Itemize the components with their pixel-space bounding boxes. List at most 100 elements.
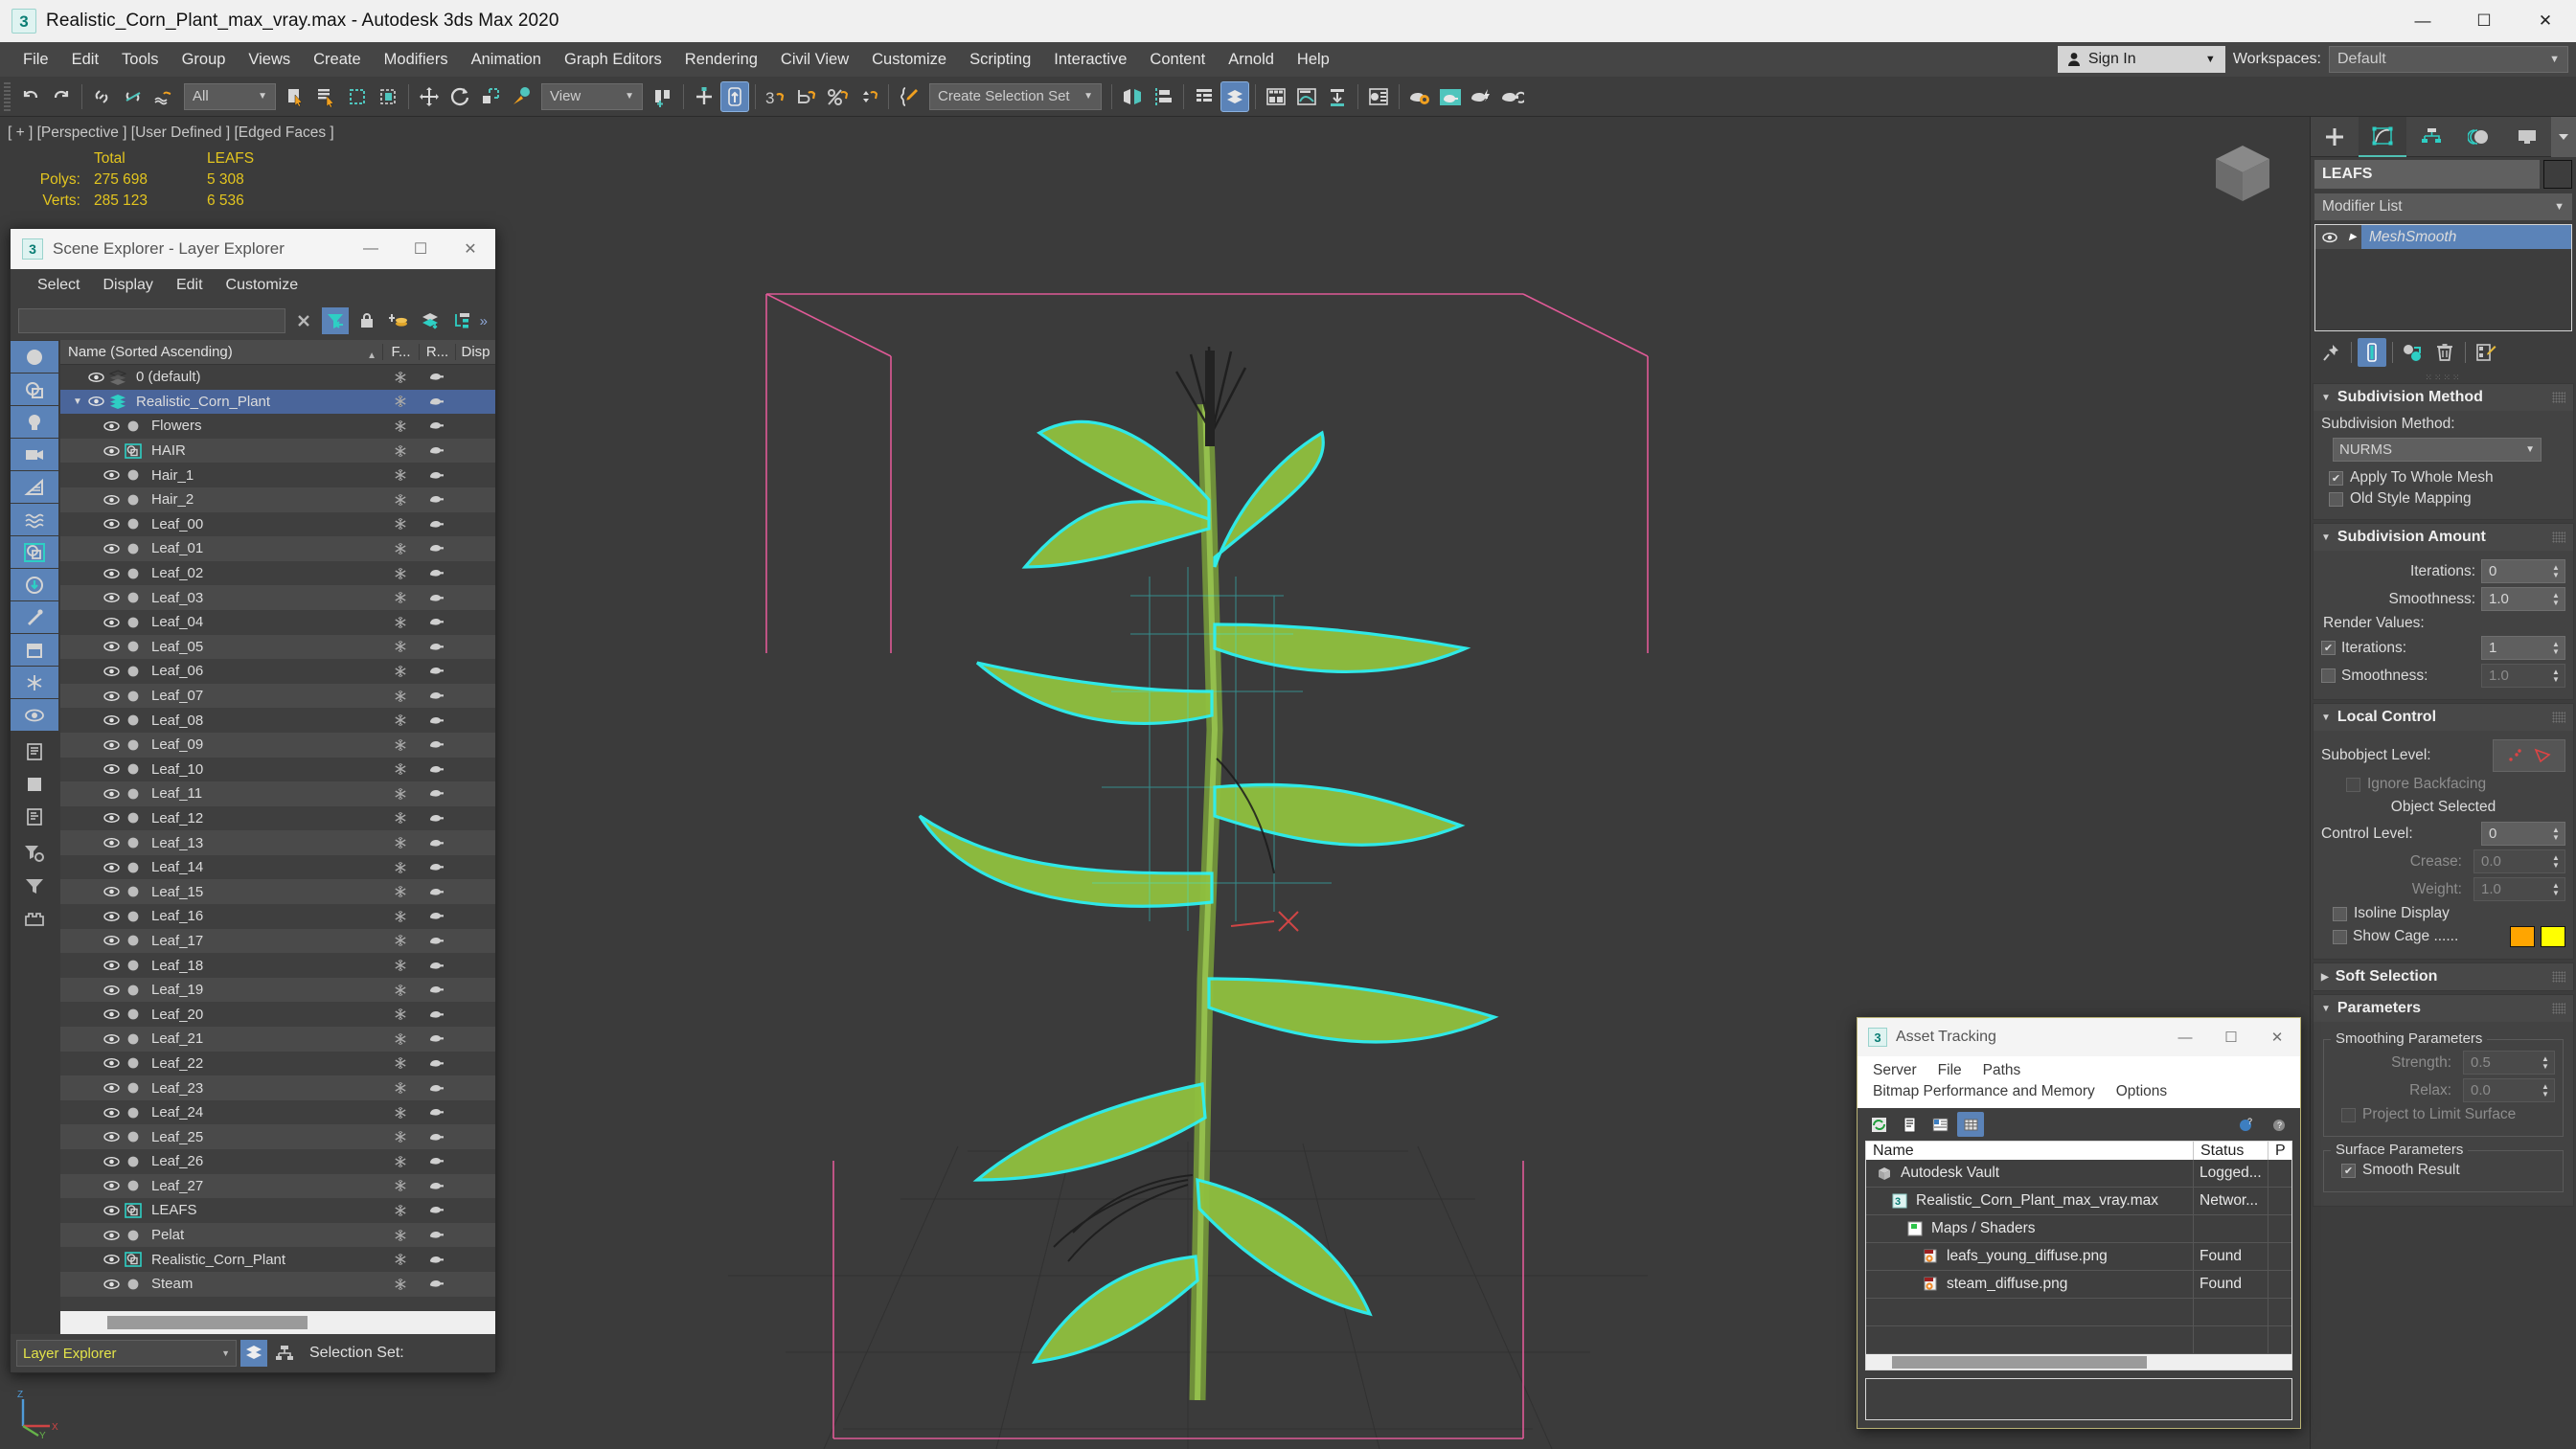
use-pivot-point-center-icon[interactable] xyxy=(649,81,677,112)
freeze-toggle-icon[interactable] xyxy=(382,1106,419,1120)
layer-row[interactable]: Pelat xyxy=(60,1222,495,1248)
freeze-toggle-icon[interactable] xyxy=(382,1155,419,1168)
filter-cameras-icon[interactable] xyxy=(11,439,58,470)
layer-row[interactable]: Leaf_06 xyxy=(60,659,495,684)
isoline-display-checkbox[interactable]: Isoline Display xyxy=(2321,905,2565,922)
clear-search-icon[interactable] xyxy=(290,307,317,334)
column-name[interactable]: Name (Sorted Ascending) ▲ xyxy=(60,344,382,361)
renderable-toggle-icon[interactable] xyxy=(419,419,455,432)
column-frozen[interactable]: F... xyxy=(382,344,419,360)
cage-color-swatch-2[interactable] xyxy=(2541,926,2565,947)
layer-row[interactable]: Leaf_04 xyxy=(60,610,495,635)
renderable-toggle-icon[interactable] xyxy=(419,1180,455,1192)
show-cage-checkbox[interactable] xyxy=(2333,929,2347,944)
layer-row[interactable]: Leaf_09 xyxy=(60,732,495,758)
select-and-move-icon[interactable] xyxy=(415,81,444,112)
freeze-toggle-icon[interactable] xyxy=(382,713,419,727)
tab-utilities-overflow[interactable] xyxy=(2551,117,2576,157)
subdivision-method-select[interactable]: NURMS ▼ xyxy=(2333,438,2542,462)
renderable-toggle-icon[interactable] xyxy=(419,542,455,555)
visibility-eye-icon[interactable] xyxy=(101,862,122,873)
eye-icon[interactable] xyxy=(2315,225,2344,249)
se-menu-display[interactable]: Display xyxy=(93,275,162,296)
freeze-toggle-icon[interactable] xyxy=(382,419,419,433)
render-iterations-spinner[interactable]: 1 ▲ ▼ xyxy=(2481,636,2565,660)
redo-button[interactable] xyxy=(47,81,76,112)
visibility-eye-icon[interactable] xyxy=(101,763,122,775)
visibility-eye-icon[interactable] xyxy=(101,739,122,751)
layer-row[interactable]: Leaf_27 xyxy=(60,1173,495,1199)
renderable-toggle-icon[interactable] xyxy=(419,886,455,898)
renderable-toggle-icon[interactable] xyxy=(419,444,455,457)
tab-modify[interactable] xyxy=(2359,117,2407,157)
visibility-eye-icon[interactable] xyxy=(101,960,122,971)
scrollbar-thumb[interactable] xyxy=(106,1316,308,1329)
renderable-toggle-icon[interactable] xyxy=(419,641,455,653)
layer-row[interactable]: Leaf_18 xyxy=(60,953,495,978)
expand-collapse-icon[interactable]: ▼ xyxy=(70,396,85,407)
renderable-toggle-icon[interactable] xyxy=(419,616,455,628)
mirror-icon[interactable] xyxy=(1118,81,1147,112)
visibility-eye-icon[interactable] xyxy=(101,543,122,555)
at-menu-options[interactable]: Options xyxy=(2109,1081,2175,1102)
show-end-result-icon[interactable] xyxy=(2358,338,2386,367)
freeze-toggle-icon[interactable] xyxy=(382,493,419,507)
layer-row[interactable]: Leaf_15 xyxy=(60,879,495,905)
filter-xrefs-icon[interactable] xyxy=(11,569,58,600)
scene-explorer-title-bar[interactable]: 3 Scene Explorer - Layer Explorer — ☐ ✕ xyxy=(11,229,495,269)
freeze-toggle-icon[interactable] xyxy=(382,984,419,997)
layer-list-hscrollbar[interactable] xyxy=(60,1311,495,1334)
renderable-toggle-icon[interactable] xyxy=(419,592,455,604)
layer-row[interactable]: LEAFS xyxy=(60,1198,495,1223)
toggle-layer-explorer-icon[interactable] xyxy=(1220,80,1249,112)
tab-display[interactable] xyxy=(2503,117,2551,157)
rendered-frame-window-icon[interactable] xyxy=(1436,81,1465,112)
spinner-snap-toggle-icon[interactable] xyxy=(854,81,882,112)
asset-row[interactable]: Autodesk Vault Logged... xyxy=(1866,1160,2291,1189)
add-selection-to-layer-icon[interactable] xyxy=(417,307,444,334)
scene-explorer-close-button[interactable]: ✕ xyxy=(445,229,495,269)
freeze-toggle-icon[interactable] xyxy=(382,591,419,604)
explorer-preset-select[interactable]: Layer Explorer ▼ xyxy=(16,1340,237,1367)
menu-customize[interactable]: Customize xyxy=(860,47,958,73)
renderable-toggle-icon[interactable] xyxy=(419,837,455,849)
menu-interactive[interactable]: Interactive xyxy=(1042,47,1138,73)
renderable-toggle-icon[interactable] xyxy=(419,469,455,482)
old-style-mapping-checkbox[interactable]: Old Style Mapping xyxy=(2321,490,2565,508)
render-iterations-checkbox[interactable]: ✔ xyxy=(2321,641,2336,655)
layer-row[interactable]: Leaf_19 xyxy=(60,977,495,1003)
scrollbar-thumb[interactable] xyxy=(1891,1355,2148,1369)
asset-tracking-minimize-button[interactable]: — xyxy=(2162,1018,2208,1056)
asset-column-name[interactable]: Name xyxy=(1866,1142,2194,1161)
visibility-eye-icon[interactable] xyxy=(101,1180,122,1191)
rollout-header-subdivision-amount[interactable]: ▼ Subdivision Amount xyxy=(2314,524,2573,551)
renderable-toggle-icon[interactable] xyxy=(419,371,455,383)
layer-row[interactable]: Leaf_07 xyxy=(60,683,495,709)
renderable-toggle-icon[interactable] xyxy=(419,665,455,677)
layer-row[interactable]: Leaf_22 xyxy=(60,1052,495,1076)
freeze-toggle-icon[interactable] xyxy=(382,1179,419,1192)
asset-row[interactable]: 3 Realistic_Corn_Plant_max_vray.max Networ… xyxy=(1866,1188,2291,1216)
freeze-toggle-icon[interactable] xyxy=(382,517,419,531)
render-smoothness-checkbox[interactable] xyxy=(2321,668,2336,683)
visibility-eye-icon[interactable] xyxy=(85,396,106,407)
freeze-toggle-icon[interactable] xyxy=(382,1130,419,1143)
freeze-toggle-icon[interactable] xyxy=(382,444,419,458)
renderable-toggle-icon[interactable] xyxy=(419,861,455,873)
undo-button[interactable] xyxy=(16,81,45,112)
menu-file[interactable]: File xyxy=(11,47,60,73)
renderable-toggle-icon[interactable] xyxy=(419,1131,455,1143)
minimize-button[interactable]: — xyxy=(2392,0,2453,42)
modifier-stack-item[interactable]: ▶ MeshSmooth xyxy=(2315,225,2571,249)
align-icon[interactable] xyxy=(1149,81,1177,112)
layer-row[interactable]: Leaf_05 xyxy=(60,634,495,660)
visibility-eye-icon[interactable] xyxy=(101,1230,122,1241)
render-iterative-icon[interactable] xyxy=(1497,81,1526,112)
toggle-ribbon-icon[interactable] xyxy=(1262,81,1290,112)
filter-frozen-icon[interactable] xyxy=(11,667,58,698)
detail-view-icon[interactable] xyxy=(11,801,58,832)
spinner-snap-icon[interactable] xyxy=(792,81,821,112)
iterations-spinner[interactable]: 0 ▲ ▼ xyxy=(2481,559,2565,583)
layer-row[interactable]: Leaf_24 xyxy=(60,1100,495,1125)
at-menu-server[interactable]: Server xyxy=(1865,1060,1925,1081)
